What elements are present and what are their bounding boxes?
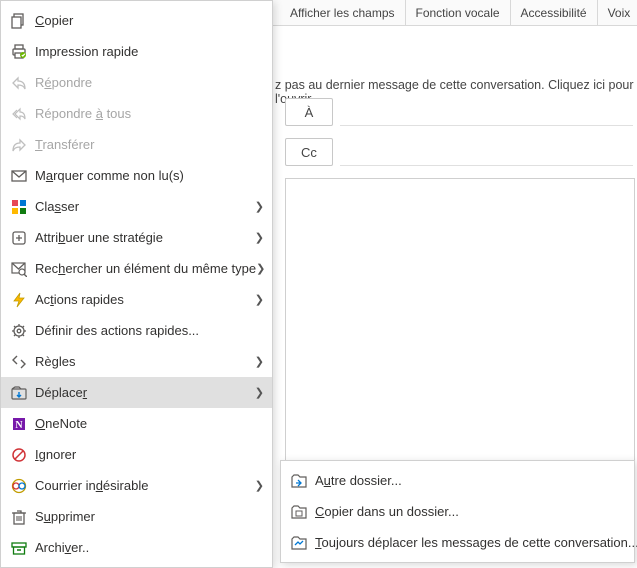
menu-onenote[interactable]: OneNote [1, 408, 272, 439]
menu-onenote-label: OneNote [31, 416, 264, 431]
submenu-arrow-icon: ❯ [250, 355, 264, 368]
menu-forward: Transférer [1, 129, 272, 160]
menu-reply-label: Répondre [31, 75, 264, 90]
menu-defquick-label: Définir des actions rapides... [31, 323, 264, 338]
menu-delete[interactable]: Supprimer [1, 501, 272, 532]
tab-accessibility[interactable]: Accessibilité [511, 0, 598, 25]
submenu-arrow-icon: ❯ [250, 231, 264, 244]
cc-field[interactable] [340, 138, 633, 166]
move-submenu: Autre dossier... Copier dans un dossier.… [280, 460, 635, 563]
onenote-icon [7, 416, 31, 432]
menu-ignore-label: Ignorer [31, 447, 264, 462]
submenu-otherfolder-label: Autre dossier... [311, 473, 626, 488]
defquick-icon [7, 323, 31, 339]
menu-policy[interactable]: Attribuer une stratégie ❯ [1, 222, 272, 253]
menu-replyall: Répondre à tous [1, 98, 272, 129]
submenu-arrow-icon: ❯ [250, 479, 264, 492]
to-button[interactable]: À [285, 98, 333, 126]
move-icon [7, 385, 31, 401]
menu-copy[interactable]: Copier [1, 5, 272, 36]
menu-findrelated-label: Rechercher un élément du même type [31, 261, 256, 276]
menu-archive-label: Archiver.. [31, 540, 264, 555]
forward-icon [7, 137, 31, 153]
replyall-icon [7, 106, 31, 122]
menu-categorize[interactable]: Classer ❯ [1, 191, 272, 222]
copy-icon [7, 13, 31, 29]
menu-delete-label: Supprimer [31, 509, 264, 524]
categorize-icon [7, 199, 31, 215]
menu-defquick[interactable]: Définir des actions rapides... [1, 315, 272, 346]
menu-categorize-label: Classer [31, 199, 250, 214]
menu-policy-label: Attribuer une stratégie [31, 230, 250, 245]
menu-copy-label: Copier [31, 13, 264, 28]
quickactions-icon [7, 292, 31, 308]
to-field[interactable] [340, 98, 633, 126]
markunread-icon [7, 168, 31, 184]
submenu-copytofolder[interactable]: Copier dans un dossier... [281, 496, 634, 527]
menu-move[interactable]: Déplacer ❯ [1, 377, 272, 408]
menu-rules[interactable]: Règles ❯ [1, 346, 272, 377]
reply-icon [7, 75, 31, 91]
copyfolder-icon [287, 504, 311, 520]
tab-voix[interactable]: Voix [598, 0, 637, 25]
submenu-alwaysmove-label: Toujours déplacer les messages de cette … [311, 535, 637, 550]
submenu-arrow-icon: ❯ [256, 262, 265, 275]
submenu-arrow-icon: ❯ [250, 386, 264, 399]
archive-icon [7, 540, 31, 556]
submenu-arrow-icon: ❯ [250, 200, 264, 213]
quickprint-icon [7, 44, 31, 60]
menu-markunread[interactable]: Marquer comme non lu(s) [1, 160, 272, 191]
submenu-alwaysmove[interactable]: Toujours déplacer les messages de cette … [281, 527, 634, 558]
alwaysmove-icon [287, 535, 311, 551]
submenu-copytofolder-label: Copier dans un dossier... [311, 504, 626, 519]
menu-findrelated[interactable]: Rechercher un élément du même type ❯ [1, 253, 272, 284]
findrelated-icon [7, 261, 31, 277]
menu-markunread-label: Marquer comme non lu(s) [31, 168, 264, 183]
menu-ignore[interactable]: Ignorer [1, 439, 272, 470]
menu-quickactions[interactable]: Actions rapides ❯ [1, 284, 272, 315]
rules-icon [7, 354, 31, 370]
menu-reply: Répondre [1, 67, 272, 98]
menu-forward-label: Transférer [31, 137, 264, 152]
context-menu: Copier Impression rapide Répondre Répond… [0, 0, 273, 568]
tab-show-fields[interactable]: Afficher les champs [280, 0, 406, 25]
submenu-arrow-icon: ❯ [250, 293, 264, 306]
menu-replyall-label: Répondre à tous [31, 106, 264, 121]
ignore-icon [7, 447, 31, 463]
menu-junk[interactable]: Courrier indésirable ❯ [1, 470, 272, 501]
cc-button[interactable]: Cc [285, 138, 333, 166]
tab-voice[interactable]: Fonction vocale [406, 0, 511, 25]
junk-icon [7, 478, 31, 494]
folder-icon [287, 473, 311, 489]
submenu-otherfolder[interactable]: Autre dossier... [281, 465, 634, 496]
menu-quickprint-label: Impression rapide [31, 44, 264, 59]
menu-junk-label: Courrier indésirable [31, 478, 250, 493]
menu-move-label: Déplacer [31, 385, 250, 400]
delete-icon [7, 509, 31, 525]
menu-quickprint[interactable]: Impression rapide [1, 36, 272, 67]
policy-icon [7, 230, 31, 246]
menu-archive[interactable]: Archiver.. [1, 532, 272, 563]
menu-rules-label: Règles [31, 354, 250, 369]
menu-quickactions-label: Actions rapides [31, 292, 250, 307]
